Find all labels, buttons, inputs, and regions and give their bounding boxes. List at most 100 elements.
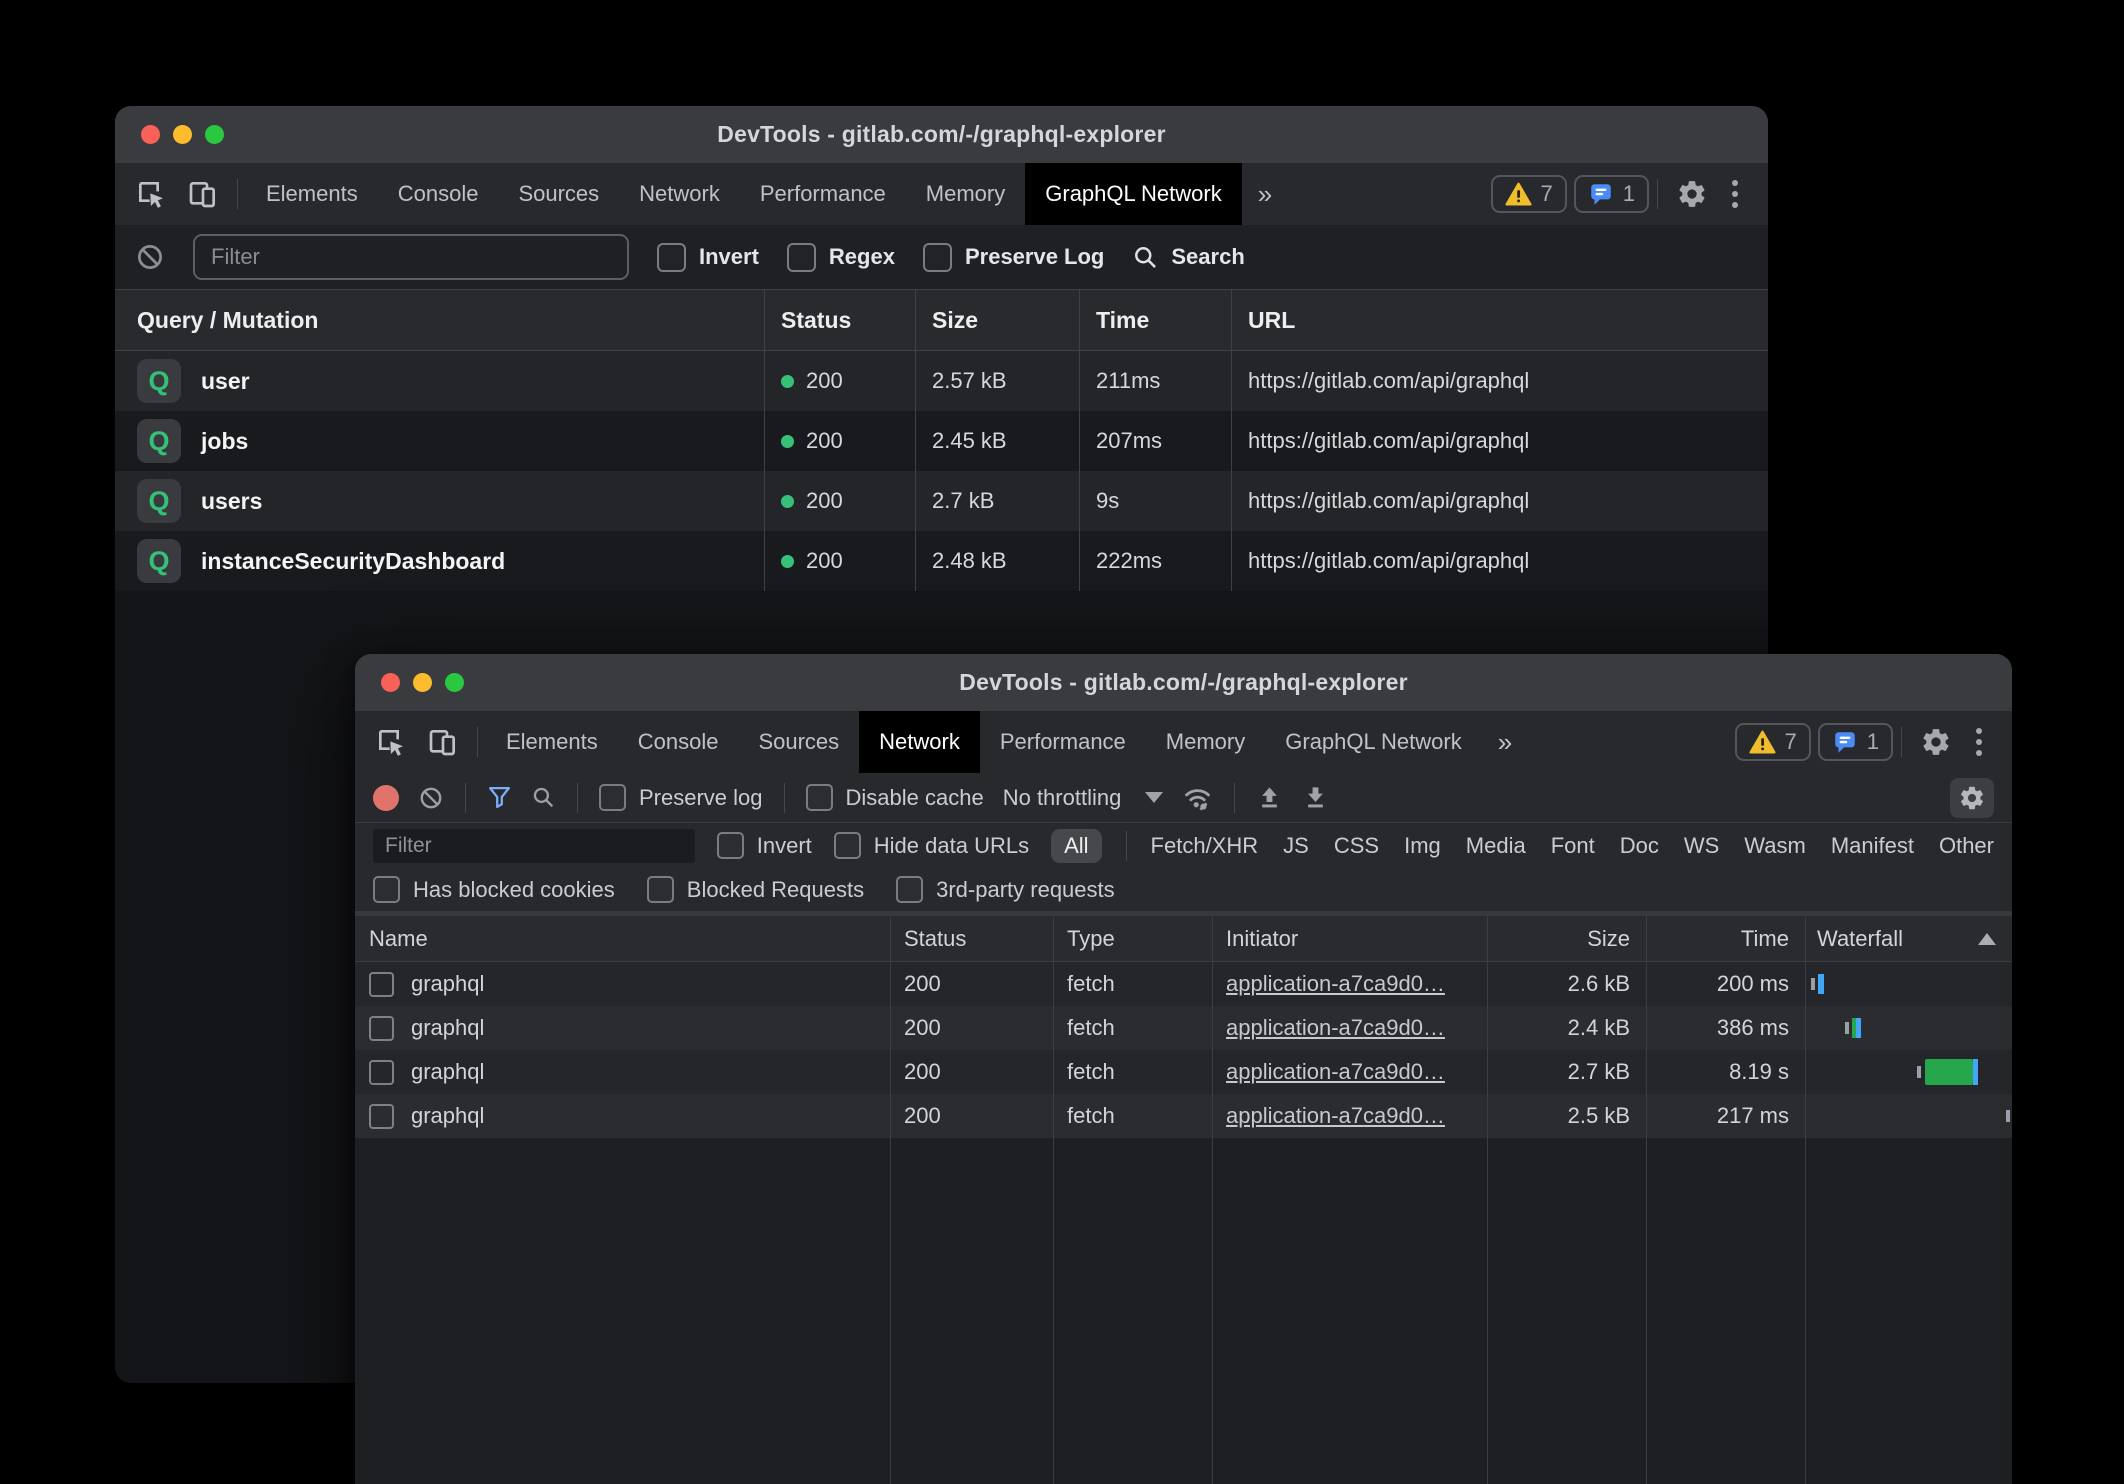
invert-checkbox[interactable]: [657, 243, 686, 272]
third-party-requests-checkbox-group[interactable]: 3rd-party requests: [896, 876, 1115, 903]
tab-network[interactable]: Network: [619, 163, 740, 225]
close-button[interactable]: [381, 673, 400, 692]
more-tabs-button[interactable]: »: [1242, 163, 1288, 225]
throttling-select[interactable]: No throttling: [1003, 785, 1164, 811]
invert-checkbox-group[interactable]: Invert: [657, 243, 759, 272]
row-checkbox[interactable]: [369, 1104, 394, 1129]
tab-graphql-network[interactable]: GraphQL Network: [1025, 163, 1241, 225]
type-filter-img[interactable]: Img: [1404, 833, 1441, 859]
settings-button[interactable]: [1910, 726, 1962, 758]
network-settings-button[interactable]: [1950, 778, 1994, 818]
filter-funnel-icon[interactable]: [487, 785, 512, 810]
invert-checkbox[interactable]: [717, 832, 744, 859]
filter-input[interactable]: [193, 234, 629, 280]
record-button[interactable]: [373, 785, 399, 811]
column-header-time[interactable]: Time: [1646, 916, 1805, 961]
has-blocked-cookies-checkbox[interactable]: [373, 876, 400, 903]
tab-console[interactable]: Console: [618, 711, 739, 773]
inspect-element-button[interactable]: [355, 711, 417, 773]
type-filter-all[interactable]: All: [1051, 829, 1101, 863]
type-filter-manifest[interactable]: Manifest: [1831, 833, 1914, 859]
device-toolbar-button[interactable]: [177, 163, 229, 225]
table-row[interactable]: Q users 200 2.7 kB 9s https://gitlab.com…: [115, 471, 1768, 531]
hide-data-urls-checkbox-group[interactable]: Hide data URLs: [834, 832, 1029, 859]
initiator-link[interactable]: application-a7ca9d0…: [1226, 1015, 1445, 1041]
table-row[interactable]: graphql 200 fetch application-a7ca9d0… 2…: [355, 1094, 2012, 1138]
tab-graphql-network[interactable]: GraphQL Network: [1265, 711, 1481, 773]
type-filter-fetch-xhr[interactable]: Fetch/XHR: [1151, 833, 1259, 859]
preserve-log-checkbox[interactable]: [923, 243, 952, 272]
tab-sources[interactable]: Sources: [738, 711, 859, 773]
search-button[interactable]: Search: [1132, 244, 1244, 271]
initiator-link[interactable]: application-a7ca9d0…: [1226, 1103, 1445, 1129]
search-icon[interactable]: [531, 785, 556, 810]
more-options-button[interactable]: [1718, 180, 1752, 208]
row-checkbox[interactable]: [369, 1016, 394, 1041]
table-row[interactable]: graphql 200 fetch application-a7ca9d0… 2…: [355, 962, 2012, 1006]
minimize-button[interactable]: [413, 673, 432, 692]
tab-performance[interactable]: Performance: [740, 163, 906, 225]
column-header-status[interactable]: Status: [765, 290, 916, 350]
disable-cache-checkbox-group[interactable]: Disable cache: [806, 784, 984, 811]
type-filter-doc[interactable]: Doc: [1620, 833, 1659, 859]
initiator-link[interactable]: application-a7ca9d0…: [1226, 971, 1445, 997]
table-row[interactable]: Q instanceSecurityDashboard 200 2.48 kB …: [115, 531, 1768, 591]
regex-checkbox[interactable]: [787, 243, 816, 272]
type-filter-wasm[interactable]: Wasm: [1744, 833, 1806, 859]
initiator-link[interactable]: application-a7ca9d0…: [1226, 1059, 1445, 1085]
minimize-button[interactable]: [173, 125, 192, 144]
tab-memory[interactable]: Memory: [1146, 711, 1265, 773]
tab-performance[interactable]: Performance: [980, 711, 1146, 773]
issues-badge[interactable]: 1: [1574, 175, 1649, 213]
type-filter-css[interactable]: CSS: [1334, 833, 1379, 859]
tab-memory[interactable]: Memory: [906, 163, 1025, 225]
issues-badge[interactable]: 1: [1818, 723, 1893, 761]
type-filter-ws[interactable]: WS: [1684, 833, 1719, 859]
column-header-query-mutation[interactable]: Query / Mutation: [115, 290, 765, 350]
close-button[interactable]: [141, 125, 160, 144]
zoom-button[interactable]: [445, 673, 464, 692]
column-header-type[interactable]: Type: [1053, 916, 1212, 961]
column-header-initiator[interactable]: Initiator: [1212, 916, 1487, 961]
clear-icon[interactable]: [418, 785, 444, 811]
type-filter-js[interactable]: JS: [1283, 833, 1309, 859]
type-filter-font[interactable]: Font: [1551, 833, 1595, 859]
tab-sources[interactable]: Sources: [498, 163, 619, 225]
has-blocked-cookies-checkbox-group[interactable]: Has blocked cookies: [373, 876, 615, 903]
preserve-log-checkbox-group[interactable]: Preserve Log: [923, 243, 1104, 272]
tab-network[interactable]: Network: [859, 711, 980, 773]
type-filter-media[interactable]: Media: [1466, 833, 1526, 859]
table-row[interactable]: Q jobs 200 2.45 kB 207ms https://gitlab.…: [115, 411, 1768, 471]
import-har-icon[interactable]: [1256, 784, 1283, 811]
titlebar[interactable]: DevTools - gitlab.com/-/graphql-explorer: [115, 106, 1768, 163]
column-header-time[interactable]: Time: [1080, 290, 1232, 350]
settings-button[interactable]: [1666, 178, 1718, 210]
invert-checkbox-group[interactable]: Invert: [717, 832, 812, 859]
table-row[interactable]: graphql 200 fetch application-a7ca9d0… 2…: [355, 1050, 2012, 1094]
filter-input[interactable]: [373, 829, 695, 863]
hide-data-urls-checkbox[interactable]: [834, 832, 861, 859]
preserve-log-checkbox[interactable]: [599, 784, 626, 811]
export-har-icon[interactable]: [1302, 784, 1329, 811]
tab-console[interactable]: Console: [378, 163, 499, 225]
table-row[interactable]: graphql 200 fetch application-a7ca9d0… 2…: [355, 1006, 2012, 1050]
more-tabs-button[interactable]: »: [1482, 711, 1528, 773]
titlebar[interactable]: DevTools - gitlab.com/-/graphql-explorer: [355, 654, 2012, 711]
device-toolbar-button[interactable]: [417, 711, 469, 773]
blocked-requests-checkbox[interactable]: [647, 876, 674, 903]
tab-elements[interactable]: Elements: [486, 711, 618, 773]
disable-cache-checkbox[interactable]: [806, 784, 833, 811]
type-filter-other[interactable]: Other: [1939, 833, 1994, 859]
column-header-size[interactable]: Size: [1487, 916, 1646, 961]
column-header-size[interactable]: Size: [916, 290, 1080, 350]
clear-icon[interactable]: [135, 242, 165, 272]
column-header-status[interactable]: Status: [890, 916, 1053, 961]
third-party-requests-checkbox[interactable]: [896, 876, 923, 903]
column-header-waterfall[interactable]: Waterfall: [1805, 916, 2012, 961]
column-header-url[interactable]: URL: [1232, 290, 1768, 350]
warnings-badge[interactable]: 7: [1735, 723, 1811, 761]
zoom-button[interactable]: [205, 125, 224, 144]
warnings-badge[interactable]: 7: [1491, 175, 1567, 213]
row-checkbox[interactable]: [369, 1060, 394, 1085]
network-conditions-icon[interactable]: [1182, 783, 1213, 812]
